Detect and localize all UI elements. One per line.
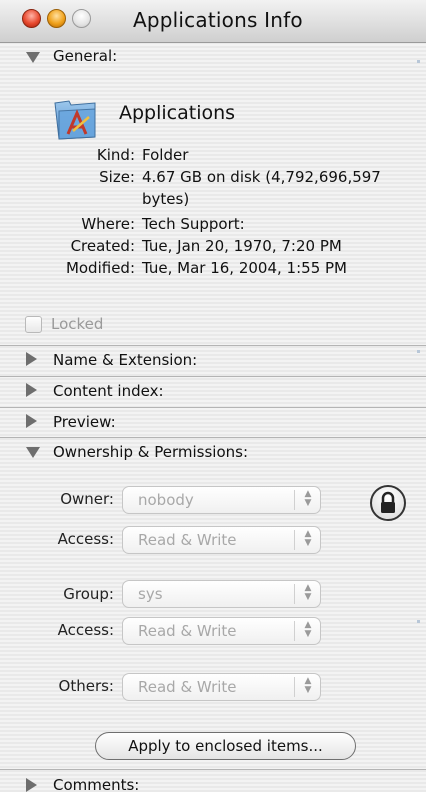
disclosure-triangle-closed-icon[interactable] <box>26 778 37 792</box>
group-label: Group: <box>63 585 114 603</box>
window-edge-mark <box>417 60 420 63</box>
group-value: sys <box>138 585 163 603</box>
others-label: Others: <box>58 677 114 695</box>
size-value: 4.67 GB on disk (4,792,696,597 <box>142 168 381 186</box>
preview-label: Preview: <box>53 413 116 431</box>
popup-arrows-icon: ▲ ▼ <box>304 489 312 508</box>
lock-icon <box>381 491 395 513</box>
size-label: Size: <box>99 168 135 186</box>
close-button[interactable] <box>22 9 41 28</box>
window-edge-mark <box>417 350 420 353</box>
kind-value: Folder <box>142 146 189 164</box>
popup-divider <box>294 584 295 604</box>
disclosure-triangle-closed-icon[interactable] <box>26 383 37 397</box>
applications-folder-icon <box>54 100 96 140</box>
preview-section-header[interactable]: Preview: <box>0 408 426 436</box>
size-value-line2: bytes) <box>142 190 190 208</box>
group-access-value: Read & Write <box>138 622 237 640</box>
locked-checkbox[interactable] <box>25 316 42 333</box>
modified-value: Tue, Mar 16, 2004, 1:55 PM <box>142 259 347 277</box>
modified-label: Modified: <box>65 259 135 277</box>
owner-popup[interactable]: nobody ▲ ▼ <box>122 486 321 514</box>
general-header-label: General: <box>53 47 118 65</box>
info-window: Applications Info General: Applications … <box>0 0 426 792</box>
popup-arrows-icon: ▲ ▼ <box>304 583 312 602</box>
group-access-popup[interactable]: Read & Write ▲ ▼ <box>122 617 321 645</box>
comments-label: Comments: <box>53 776 140 792</box>
disclosure-triangle-closed-icon[interactable] <box>26 352 37 366</box>
ownership-label: Ownership & Permissions: <box>53 443 248 461</box>
name-extension-label: Name & Extension: <box>53 351 198 369</box>
where-label: Where: <box>81 215 135 233</box>
window-edge-mark <box>417 620 420 623</box>
group-popup[interactable]: sys ▲ ▼ <box>122 580 321 608</box>
created-label: Created: <box>70 237 135 255</box>
content-index-label: Content index: <box>53 382 164 400</box>
owner-access-popup[interactable]: Read & Write ▲ ▼ <box>122 526 321 554</box>
window-title: Applications Info <box>133 8 303 32</box>
kind-label: Kind: <box>96 146 135 164</box>
comments-section-header[interactable]: Comments: <box>0 770 426 792</box>
group-access-label: Access: <box>57 621 114 639</box>
owner-access-label: Access: <box>57 530 114 548</box>
general-section-header[interactable]: General: <box>0 43 426 71</box>
popup-arrows-icon: ▲ ▼ <box>304 620 312 639</box>
owner-value: nobody <box>138 491 194 509</box>
content-index-section-header[interactable]: Content index: <box>0 377 426 405</box>
others-value: Read & Write <box>138 678 237 696</box>
minimize-button[interactable] <box>47 9 66 28</box>
item-name: Applications <box>119 102 236 124</box>
popup-arrows-icon: ▲ ▼ <box>304 676 312 695</box>
popup-divider <box>294 677 295 697</box>
popup-divider <box>294 490 295 510</box>
apply-to-enclosed-button[interactable]: Apply to enclosed items... <box>95 732 356 760</box>
name-extension-section-header[interactable]: Name & Extension: <box>0 346 426 374</box>
locked-label: Locked <box>51 315 104 333</box>
title-bar[interactable]: Applications Info <box>0 0 426 43</box>
lock-button[interactable] <box>370 485 406 521</box>
popup-divider <box>294 530 295 550</box>
others-popup[interactable]: Read & Write ▲ ▼ <box>122 673 321 701</box>
zoom-button[interactable] <box>72 9 91 28</box>
disclosure-triangle-open-icon[interactable] <box>26 447 40 458</box>
popup-divider <box>294 621 295 641</box>
ownership-section-header[interactable]: Ownership & Permissions: <box>0 438 426 466</box>
disclosure-triangle-closed-icon[interactable] <box>26 414 37 428</box>
disclosure-triangle-open-icon[interactable] <box>26 52 40 63</box>
where-value: Tech Support: <box>142 215 245 233</box>
created-value: Tue, Jan 20, 1970, 7:20 PM <box>142 237 342 255</box>
popup-arrows-icon: ▲ ▼ <box>304 529 312 548</box>
owner-access-value: Read & Write <box>138 531 237 549</box>
owner-label: Owner: <box>60 490 114 508</box>
